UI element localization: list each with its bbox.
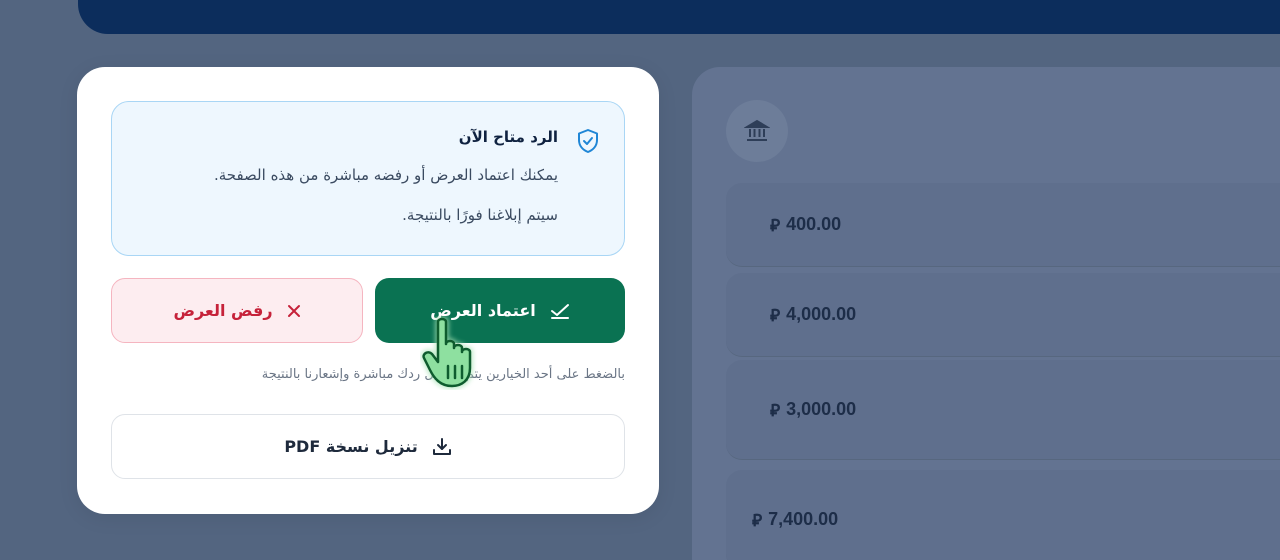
pdf-label: تنزيل نسخة PDF <box>284 437 418 456</box>
reject-label: رفض العرض <box>173 301 273 320</box>
shield-check-icon <box>578 129 598 153</box>
close-icon <box>287 304 300 317</box>
amount-value: 400.00 <box>786 214 842 234</box>
info-title: الرد متاح الآن <box>458 128 558 146</box>
approve-label: اعتماد العرض <box>430 301 536 320</box>
header-bar <box>78 0 1280 34</box>
info-text: يمكنك اعتماد العرض أو رفضه مباشرة من هذه… <box>213 166 558 184</box>
reject-offer-button[interactable]: رفض العرض <box>111 278 363 343</box>
download-icon <box>432 437 451 455</box>
riyal-icon: ⃁ <box>770 305 781 325</box>
amount-row: ⃁ 4,000.00 <box>726 273 1280 357</box>
amount-value: 4,000.00 <box>786 304 857 324</box>
riyal-icon: ⃁ <box>752 510 763 530</box>
response-card: الرد متاح الآن يمكنك اعتماد العرض أو رفض… <box>77 67 659 514</box>
amount-row: ⃁ 3,000.00 <box>726 360 1280 460</box>
approve-offer-button[interactable]: اعتماد العرض <box>375 278 625 343</box>
riyal-icon: ⃁ <box>770 215 781 235</box>
hint-text: بالضغط على أحد الخيارين يتم تسجيل ردك مب… <box>261 367 625 382</box>
download-pdf-button[interactable]: تنزيل نسخة PDF <box>111 414 625 479</box>
amount-value: 3,000.00 <box>786 399 857 419</box>
check-icon <box>550 303 569 319</box>
amount-row: ⃁ 400.00 <box>726 183 1280 267</box>
total-value: 7,400.00 <box>768 509 839 529</box>
total-row: ⃁ 7,400.00 <box>726 470 1280 560</box>
info-box: الرد متاح الآن يمكنك اعتماد العرض أو رفض… <box>111 101 625 256</box>
riyal-icon: ⃁ <box>770 400 781 420</box>
bank-icon <box>726 100 788 162</box>
info-text: سيتم إبلاغنا فورًا بالنتيجة. <box>402 206 558 224</box>
